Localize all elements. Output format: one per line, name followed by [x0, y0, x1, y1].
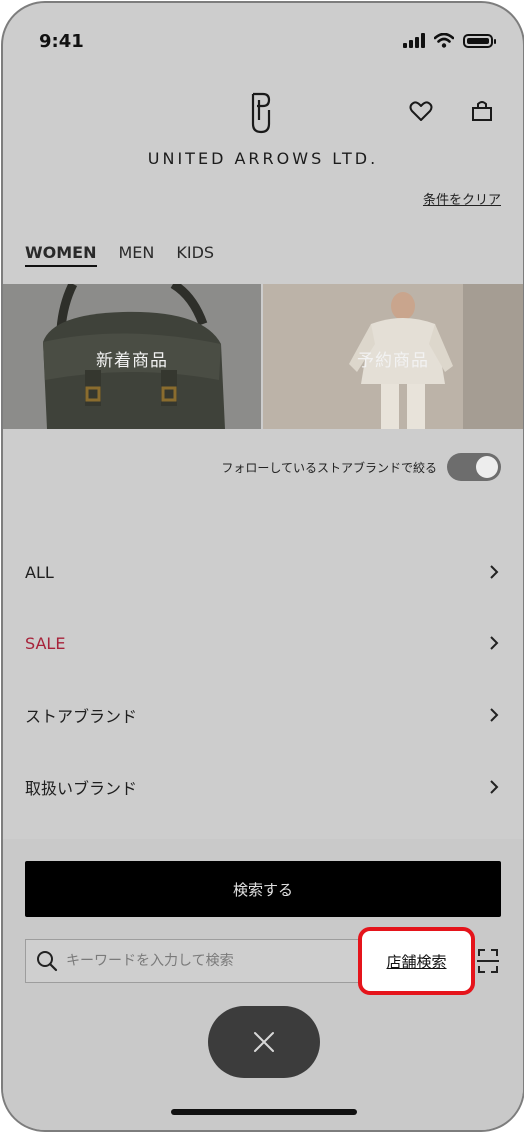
cellular-signal-icon	[403, 33, 425, 48]
toggle-knob	[476, 456, 498, 478]
follow-filter-row: フォローしているストアブランドで絞る	[221, 453, 501, 481]
menu-item-label: 取扱いブランド	[25, 779, 138, 798]
new-arrivals-label: 新着商品	[96, 351, 168, 371]
menu-item-handled-brands[interactable]: 取扱いブランド	[3, 762, 523, 812]
pre-order-label: 予約商品	[357, 351, 429, 371]
follow-filter-toggle[interactable]	[447, 453, 501, 481]
heart-icon[interactable]	[409, 100, 433, 122]
menu-item-label: ALL	[25, 562, 54, 582]
shopping-bag-icon[interactable]	[471, 100, 493, 122]
menu-item-label: SALE	[25, 633, 66, 653]
clear-conditions-link[interactable]: 条件をクリア	[423, 189, 501, 208]
battery-icon	[463, 33, 496, 48]
menu-item-sale[interactable]: SALE	[3, 618, 523, 668]
search-icon	[37, 951, 58, 972]
chevron-right-icon	[490, 565, 499, 579]
chevron-right-icon	[490, 708, 499, 722]
chevron-right-icon	[490, 780, 499, 794]
brand-logo-icon	[251, 92, 271, 134]
home-indicator	[171, 1109, 357, 1115]
status-icons	[403, 33, 496, 48]
follow-filter-label: フォローしているストアブランドで絞る	[221, 460, 437, 475]
tab-women[interactable]: WOMEN	[25, 243, 97, 267]
brand-name: UNITED ARROWS LTD.	[147, 149, 379, 168]
wifi-icon	[434, 33, 454, 48]
status-time: 9:41	[39, 31, 84, 52]
store-search-button[interactable]: 店舗検索	[358, 927, 475, 995]
tab-men[interactable]: MEN	[119, 243, 155, 267]
gender-tabs: WOMEN MEN KIDS	[25, 243, 214, 267]
keyword-search-input[interactable]	[64, 952, 348, 970]
store-search-label: 店舗検索	[386, 952, 447, 971]
tab-kids[interactable]: KIDS	[176, 243, 214, 267]
phone-screen: 9:41 UNITED ARROWS LTD. 条件をクリア WOMEN MEN…	[1, 1, 524, 1132]
menu-item-label: ストアブランド	[25, 707, 138, 726]
keyword-search-field[interactable]	[25, 939, 365, 983]
close-button[interactable]	[208, 1006, 320, 1078]
chevron-right-icon	[490, 636, 499, 650]
close-icon	[254, 1032, 274, 1052]
search-button[interactable]: 検索する	[25, 861, 501, 917]
new-arrivals-banner[interactable]: 新着商品	[3, 284, 261, 429]
pre-order-banner[interactable]: 予約商品	[263, 284, 523, 429]
barcode-scan-icon[interactable]	[477, 948, 499, 974]
menu-item-store-brands[interactable]: ストアブランド	[3, 690, 523, 740]
menu-item-all[interactable]: ALL	[3, 547, 523, 597]
